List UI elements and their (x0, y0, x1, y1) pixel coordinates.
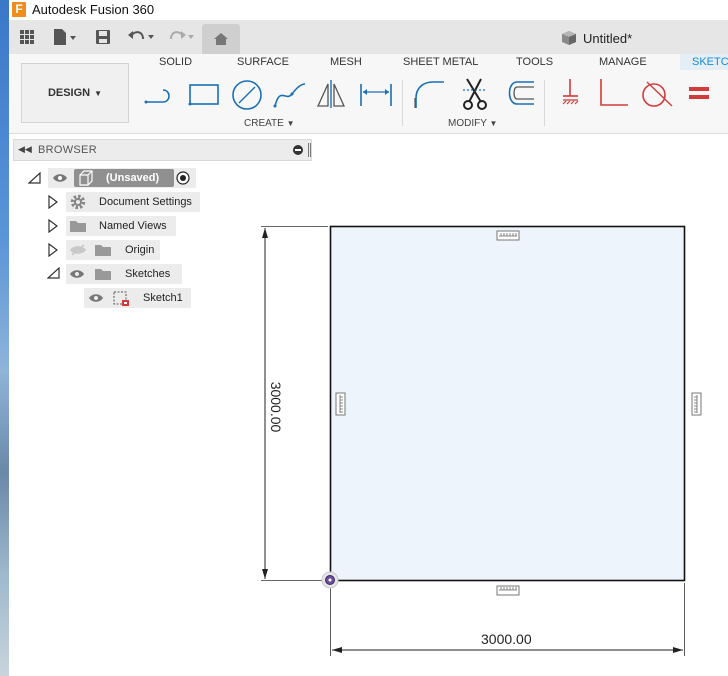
home-icon (214, 33, 228, 45)
folder-icon (70, 221, 86, 232)
gear-icon (70, 194, 86, 210)
vertical-constraint-icon[interactable] (335, 392, 346, 416)
sketch-dimension-icon[interactable] (358, 76, 392, 112)
ribbon-divider (402, 80, 403, 126)
ribbon-divider (544, 80, 545, 126)
document-tab[interactable]: Untitled* (561, 30, 632, 46)
tab-manage[interactable]: MANAGE (599, 56, 647, 68)
save-icon[interactable] (93, 27, 113, 47)
horizontal-constraint-icon[interactable] (496, 230, 520, 241)
chevron-down-icon: ▼ (489, 119, 498, 128)
minimize-panel-icon[interactable] (293, 145, 303, 155)
title-bar: F Autodesk Fusion 360 (9, 0, 728, 20)
sketch-icon (113, 291, 129, 306)
circle-tool-icon[interactable] (230, 76, 264, 112)
tree-item-label: Origin (125, 244, 155, 256)
eye-hidden-icon[interactable] (69, 244, 87, 256)
eye-icon[interactable] (88, 293, 104, 303)
collapsed-triangle-icon[interactable] (48, 243, 58, 257)
collapsed-triangle-icon[interactable] (48, 195, 58, 209)
horizontal-constraint-icon[interactable] (496, 585, 520, 596)
create-menu[interactable]: CREATE ▼ (244, 118, 295, 129)
file-menu-icon[interactable] (51, 27, 79, 47)
expanded-triangle-icon[interactable] (28, 172, 42, 184)
tree-item-label: Sketches (125, 268, 171, 280)
browser-label: BROWSER (38, 144, 97, 156)
document-title: Untitled* (583, 30, 633, 46)
modify-menu[interactable]: MODIFY ▼ (448, 118, 497, 129)
app-logo-icon: F (12, 2, 26, 17)
mirror-tool-icon[interactable] (315, 76, 349, 112)
tab-tools[interactable]: TOOLS (516, 56, 553, 68)
pin-panel-icon[interactable] (308, 143, 311, 157)
undo-icon[interactable] (125, 27, 157, 47)
width-dimension-label[interactable]: 3000.00 (481, 631, 532, 647)
modify-label: MODIFY (448, 118, 487, 129)
redo-icon[interactable] (165, 27, 197, 47)
rectangle-tool-icon[interactable] (187, 76, 221, 112)
app-title: Autodesk Fusion 360 (32, 2, 155, 17)
origin-point-icon[interactable] (321, 571, 339, 589)
height-dimension-label[interactable]: 3000.00 (268, 372, 284, 442)
component-icon (79, 170, 93, 186)
chevron-down-icon: ▼ (94, 88, 103, 98)
tangent-constraint-icon[interactable] (639, 76, 673, 112)
tab-sketch[interactable]: SKETC (680, 54, 728, 70)
tree-item-label: Sketch1 (143, 292, 183, 304)
create-label: CREATE (244, 118, 284, 129)
equal-constraint-icon[interactable] (685, 76, 719, 112)
expanded-triangle-icon[interactable] (47, 267, 61, 279)
cube-icon (562, 31, 576, 45)
folder-icon (95, 245, 111, 256)
eye-icon[interactable] (52, 173, 68, 183)
workspace-switcher[interactable]: DESIGN ▼ (21, 63, 129, 123)
tab-solid[interactable]: SOLID (159, 56, 192, 68)
line-tool-icon[interactable] (143, 76, 177, 112)
vertical-constraint-icon[interactable] (691, 392, 702, 416)
collapse-panel-icon[interactable]: ◀◀ (18, 144, 32, 155)
tree-item-label: Named Views (99, 220, 167, 232)
activate-radio-icon[interactable] (176, 171, 190, 185)
toolbar-ribbon: DESIGN ▼ SOLID SURFACE MESH SHEET METAL … (9, 54, 728, 134)
tab-mesh[interactable]: MESH (330, 56, 362, 68)
sketch-rectangle[interactable] (329, 225, 686, 582)
app-grid-icon[interactable] (17, 27, 37, 47)
spline-tool-icon[interactable] (272, 76, 306, 112)
chevron-down-icon: ▼ (286, 119, 295, 128)
offset-tool-icon[interactable] (501, 76, 535, 112)
folder-icon (95, 269, 111, 280)
tree-root-label: (Unsaved) (106, 172, 160, 184)
home-button[interactable] (202, 24, 240, 54)
desktop-background-strip (0, 0, 9, 676)
browser-panel-header[interactable]: ◀◀ BROWSER (13, 139, 312, 161)
tab-surface[interactable]: SURFACE (237, 56, 289, 68)
perpendicular-constraint-icon[interactable] (595, 76, 629, 112)
trim-scissors-icon[interactable] (457, 76, 491, 112)
workspace-label: DESIGN (47, 87, 91, 99)
eye-icon[interactable] (69, 269, 85, 279)
coincident-constraint-icon[interactable] (554, 76, 588, 112)
fillet-tool-icon[interactable] (411, 76, 445, 112)
tab-sheet-metal[interactable]: SHEET METAL (403, 56, 478, 68)
tree-item-label: Document Settings (99, 196, 192, 208)
quick-access-toolbar: Untitled* (9, 20, 728, 54)
collapsed-triangle-icon[interactable] (48, 219, 58, 233)
